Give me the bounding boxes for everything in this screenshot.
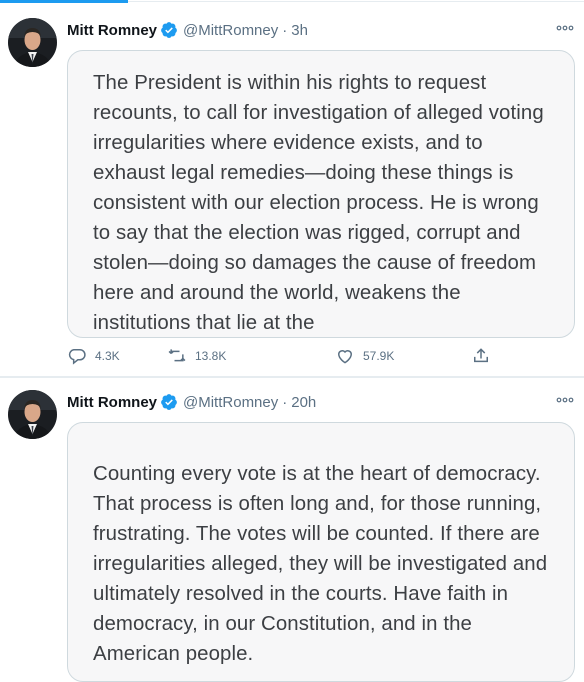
author-name[interactable]: Mitt Romney bbox=[67, 394, 157, 411]
avatar[interactable] bbox=[8, 18, 57, 67]
reply-count: 4.3K bbox=[95, 349, 120, 363]
tweet-image-text: The President is within his rights to re… bbox=[93, 72, 544, 334]
retweet-count: 13.8K bbox=[195, 349, 227, 363]
active-tab-indicator bbox=[0, 0, 128, 3]
avatar[interactable] bbox=[8, 390, 57, 439]
tweet[interactable]: Mitt Romney @MittRomney · 3h The Preside… bbox=[0, 6, 584, 376]
tweet[interactable]: Mitt Romney @MittRomney · 20h Counting e… bbox=[0, 378, 584, 682]
top-divider bbox=[128, 1, 584, 2]
author-handle[interactable]: @MittRomney bbox=[183, 22, 278, 39]
tweet-header: Mitt Romney @MittRomney · 20h bbox=[67, 392, 316, 412]
tweet-image-card[interactable]: Counting every vote is at the heart of d… bbox=[67, 422, 575, 682]
tweet-header: Mitt Romney @MittRomney · 3h bbox=[67, 20, 308, 40]
more-options-icon[interactable] bbox=[556, 22, 574, 34]
separator-dot: · bbox=[282, 21, 288, 39]
verified-badge-icon bbox=[161, 394, 177, 410]
separator-dot: · bbox=[282, 393, 288, 411]
tweet-image-text: Counting every vote is at the heart of d… bbox=[93, 463, 548, 665]
heart-icon bbox=[337, 350, 353, 364]
like-button[interactable]: 57.9K bbox=[335, 344, 394, 368]
share-button[interactable] bbox=[471, 344, 499, 368]
timestamp[interactable]: 3h bbox=[291, 22, 308, 39]
reply-icon bbox=[68, 349, 86, 365]
share-icon bbox=[474, 348, 488, 363]
retweet-button[interactable]: 13.8K bbox=[167, 344, 226, 368]
tweet-actions: 4.3K 13.8K 57.9K bbox=[67, 344, 497, 368]
like-count: 57.9K bbox=[363, 349, 395, 363]
verified-badge-icon bbox=[161, 22, 177, 38]
reply-button[interactable]: 4.3K bbox=[67, 344, 120, 368]
tweet-image-card[interactable]: The President is within his rights to re… bbox=[67, 50, 575, 338]
author-handle[interactable]: @MittRomney bbox=[183, 394, 278, 411]
author-name[interactable]: Mitt Romney bbox=[67, 22, 157, 39]
retweet-icon bbox=[168, 349, 186, 362]
more-options-icon[interactable] bbox=[556, 394, 574, 406]
timestamp[interactable]: 20h bbox=[291, 394, 316, 411]
